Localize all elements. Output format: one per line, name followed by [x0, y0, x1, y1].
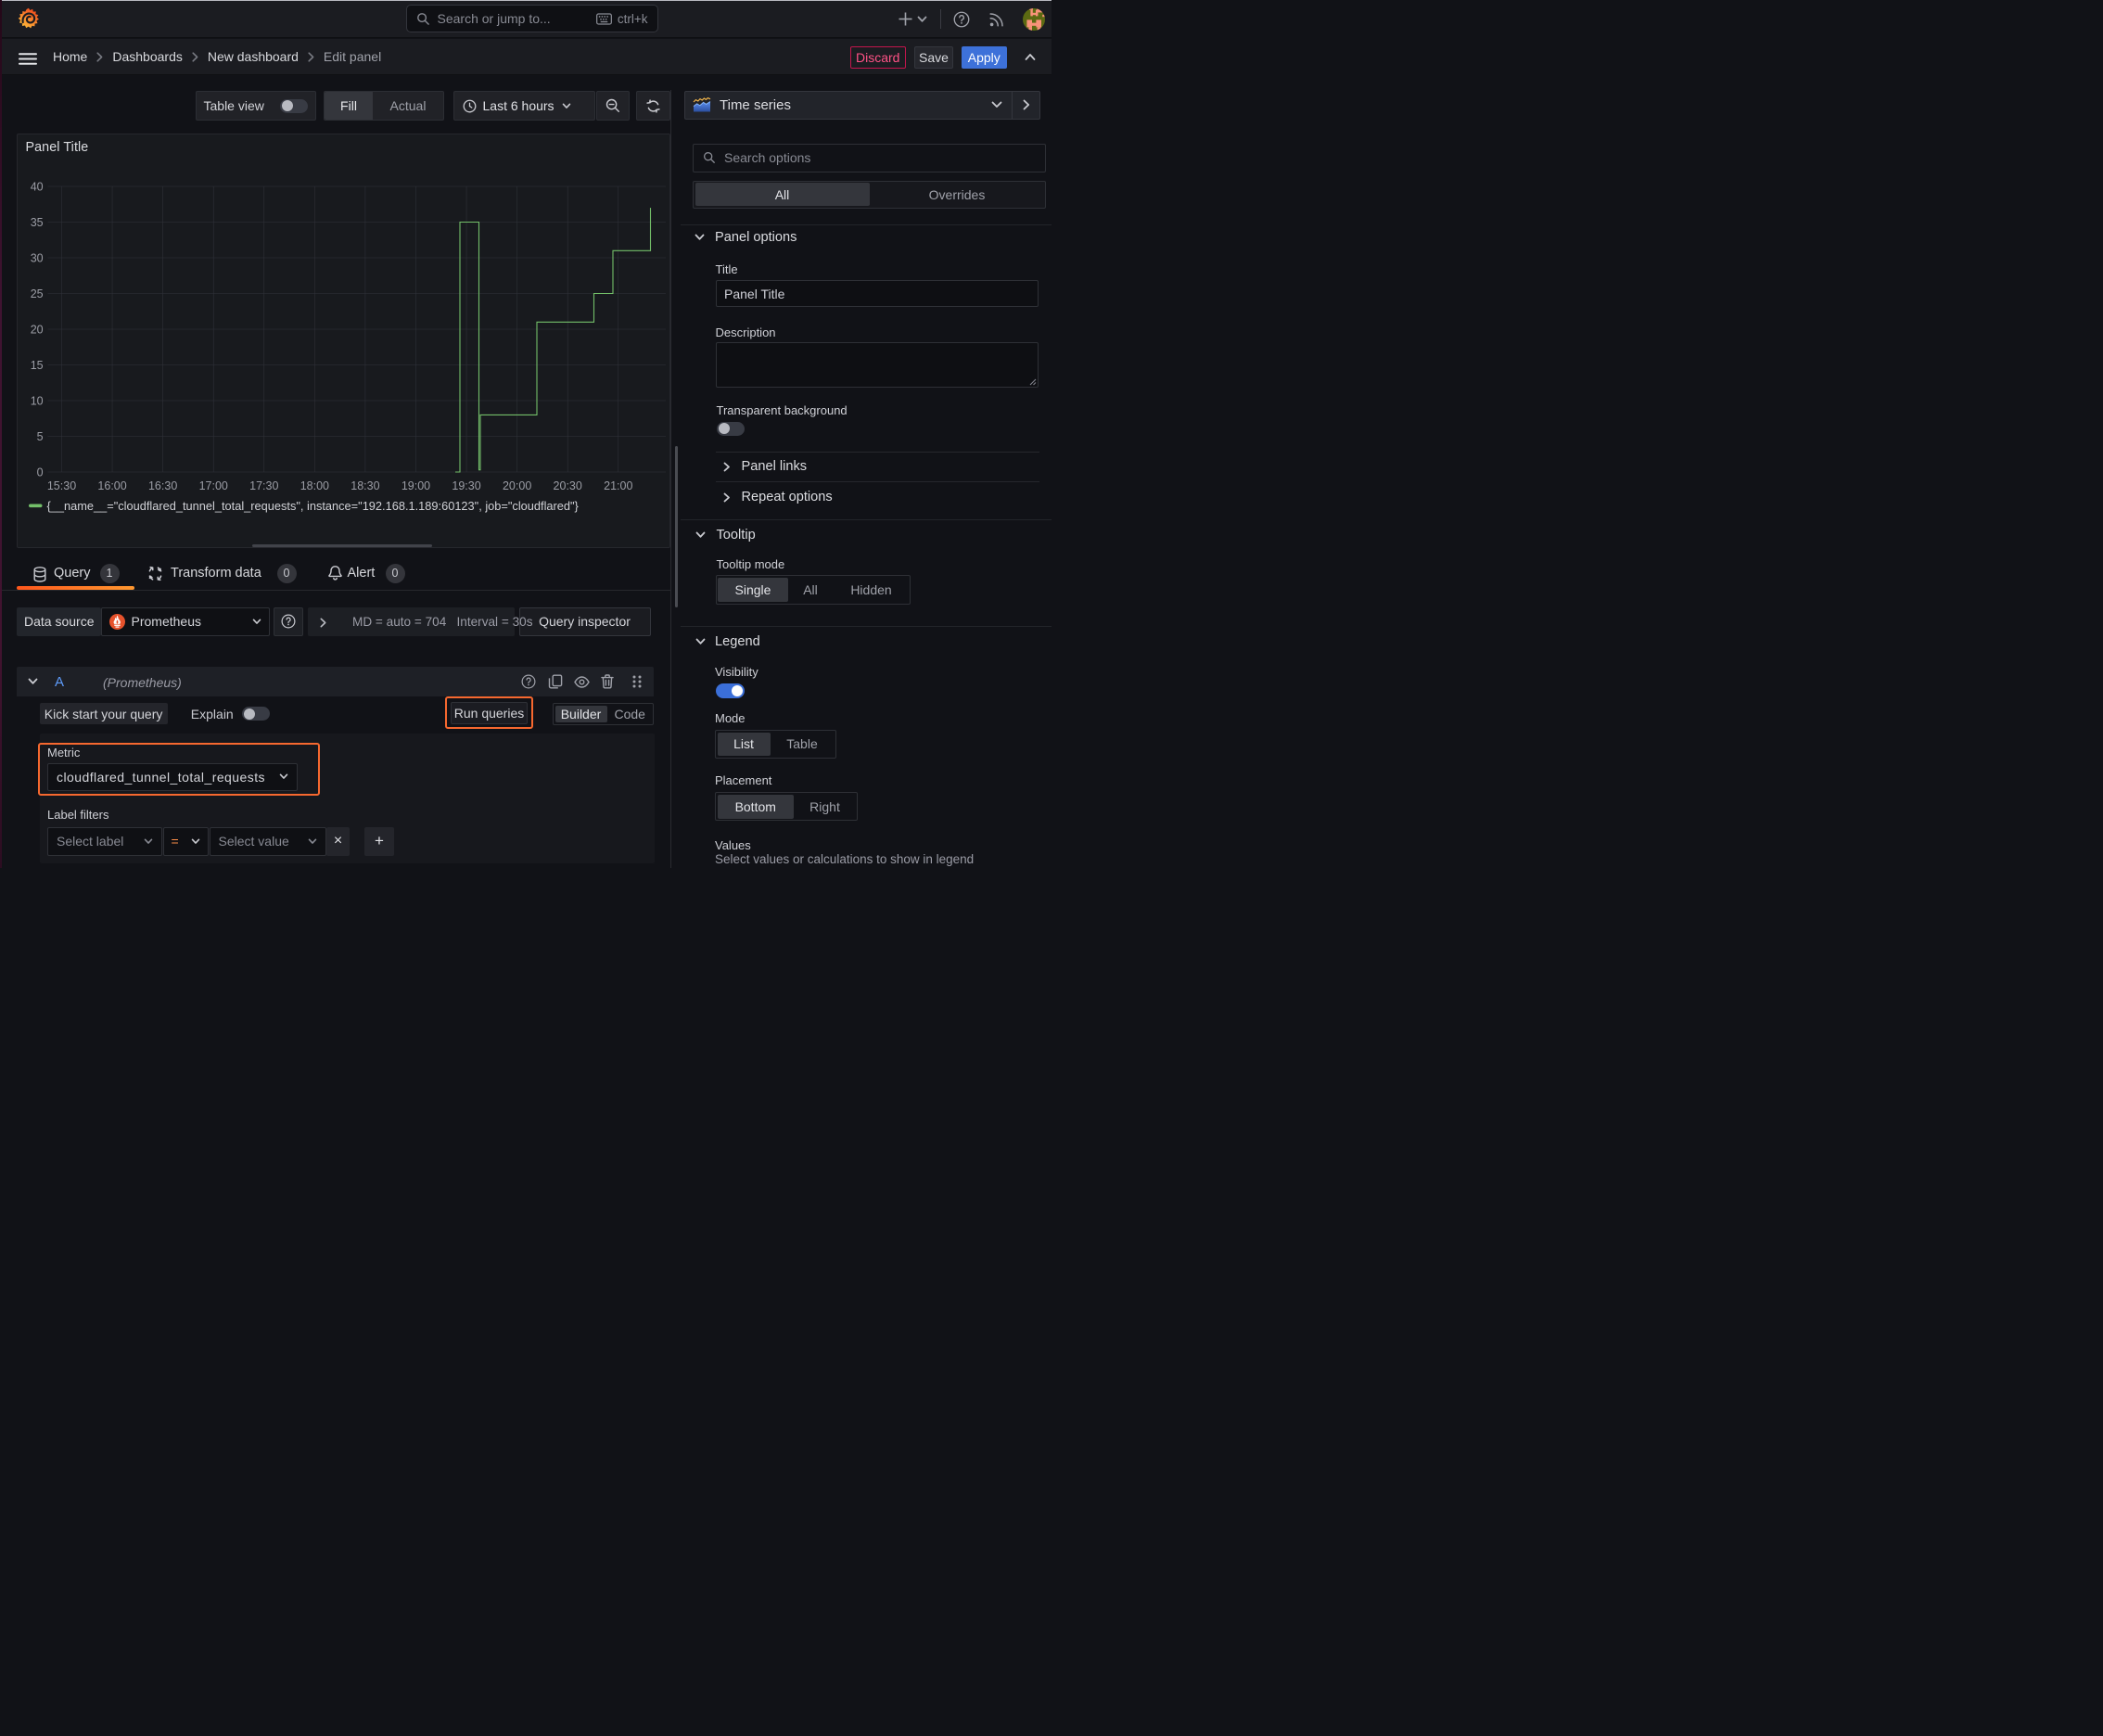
- svg-text:16:00: 16:00: [97, 479, 126, 492]
- svg-text:35: 35: [31, 216, 44, 229]
- svg-text:21:00: 21:00: [604, 479, 632, 492]
- svg-text:16:30: 16:30: [148, 479, 177, 492]
- svg-text:10: 10: [31, 395, 44, 408]
- svg-text:15: 15: [31, 359, 44, 372]
- svg-text:30: 30: [31, 252, 44, 265]
- svg-text:20:00: 20:00: [503, 479, 531, 492]
- svg-text:19:00: 19:00: [401, 479, 430, 492]
- svg-text:20:30: 20:30: [554, 479, 582, 492]
- svg-text:18:30: 18:30: [350, 479, 379, 492]
- svg-text:19:30: 19:30: [452, 479, 480, 492]
- svg-text:25: 25: [31, 287, 44, 300]
- svg-text:5: 5: [37, 430, 44, 443]
- svg-text:18:00: 18:00: [300, 479, 329, 492]
- svg-text:15:30: 15:30: [47, 479, 76, 492]
- svg-text:17:30: 17:30: [249, 479, 278, 492]
- svg-text:0: 0: [37, 466, 44, 479]
- svg-text:20: 20: [31, 324, 44, 337]
- svg-text:17:00: 17:00: [199, 479, 228, 492]
- svg-text:{__name__="cloudflared_tunnel_: {__name__="cloudflared_tunnel_total_requ…: [47, 499, 580, 513]
- svg-text:40: 40: [31, 181, 44, 194]
